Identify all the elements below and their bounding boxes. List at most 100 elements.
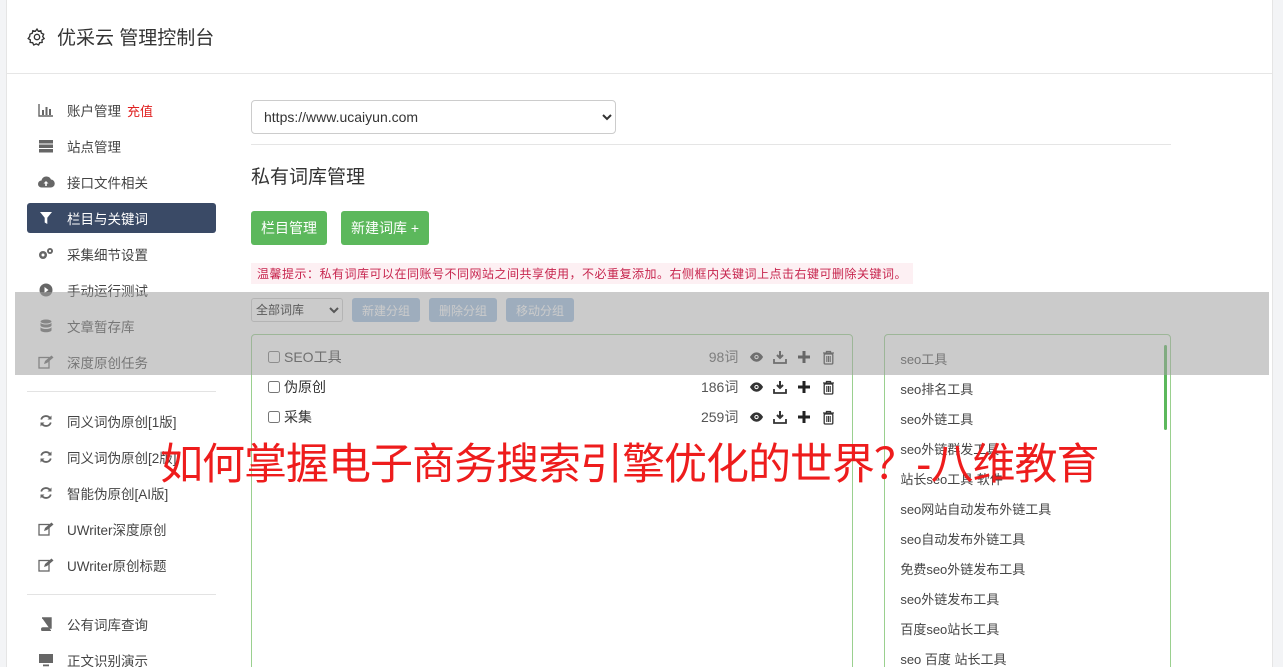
sidebar-item[interactable]: UWriter原创标题 [27,550,216,580]
sidebar-item[interactable]: 文章暂存库 [27,311,216,341]
keyword-item[interactable]: seo外链发布工具 [885,585,1170,615]
sidebar-item[interactable]: 站点管理 [27,131,216,161]
eye-icon[interactable] [748,349,764,365]
keyword-item[interactable]: 站长seo工具 软件 [885,465,1170,495]
top-bar: 优采云 管理控制台 [7,0,1272,74]
keyword-item[interactable]: seo 百度 站长工具 [885,645,1170,667]
sidebar-item-label: UWriter深度原创 [67,523,167,538]
sidebar-item[interactable]: 栏目与关键词 [27,203,216,233]
keyword-item[interactable]: seo外链工具 [885,405,1170,435]
library-row[interactable]: 采集 259词 [252,402,852,432]
library-count: 186词 [700,379,739,395]
plus-icon[interactable] [796,409,812,425]
download-icon[interactable] [772,379,788,395]
sidebar-item-label: 深度原创任务 [67,356,148,371]
sidebar-item-label: 栏目与关键词 [67,212,148,227]
main-content: https://www.ucaiyun.com 私有词库管理 栏目管理 新建词库… [251,100,1171,667]
sidebar-item[interactable]: 公有词库查询 [27,609,216,639]
library-row[interactable]: 伪原创 186词 [252,372,852,402]
plus-icon[interactable] [796,379,812,395]
library-group-select[interactable]: 全部词库 [251,298,343,322]
monitor-icon [37,653,55,667]
site-select[interactable]: https://www.ucaiyun.com [251,100,616,134]
sidebar-item[interactable]: 智能伪原创[AI版] [27,478,216,508]
keyword-item[interactable]: seo工具 [885,345,1170,375]
recharge-link[interactable]: 充值 [127,101,153,120]
library-checkbox[interactable] [268,411,280,423]
keyword-item[interactable]: seo网站自动发布外链工具 [885,495,1170,525]
sidebar-item-label: 正文识别演示 [67,654,148,667]
keyword-item[interactable]: seo排名工具 [885,375,1170,405]
delete-group-button[interactable]: 删除分组 [429,298,498,322]
download-icon[interactable] [772,409,788,425]
keyword-list[interactable]: seo工具 seo排名工具 seo外链工具 seo外链群发工具 站长seo工具 软件 se… [884,334,1171,667]
library-row[interactable]: SEO工具 98词 [252,342,852,372]
sidebar-item[interactable]: 正文识别演示 [27,645,216,667]
trash-icon[interactable] [820,379,836,395]
library-count: 98词 [708,349,739,365]
page-edge [1274,0,1283,667]
library-name-text: SEO工具 [284,349,342,365]
sidebar-item-label: 站点管理 [67,140,121,155]
sidebar-item[interactable]: 采集细节设置 [27,239,216,269]
plus-icon[interactable] [796,349,812,365]
refresh-icon [37,450,55,464]
library-count: 259词 [700,409,739,425]
gear-icon [27,27,46,46]
library-actions [748,409,836,425]
eye-icon[interactable] [748,379,764,395]
cogs-icon [37,247,55,261]
column-manage-button[interactable]: 栏目管理 [251,211,327,245]
database-icon [37,319,55,333]
library-name-text: 伪原创 [284,379,326,395]
app-title: 优采云 管理控制台 [57,28,215,49]
keyword-item[interactable]: seo自动发布外链工具 [885,525,1170,555]
tip-text: 温馨提示：私有词库可以在同账号不同网站之间共享使用，不必重复添加。右侧框内关键词… [251,263,914,284]
library-name[interactable]: 采集 [268,407,648,427]
library-actions [748,379,836,395]
sidebar: 账户管理 充值站点管理接口文件相关 栏目与关键词采集细节设置 手动运行测试 文章暂存库深… [27,95,216,667]
refresh-icon [37,486,55,500]
keyword-item[interactable]: 百度seo站长工具 [885,615,1170,645]
cloud-upload-icon [37,175,55,189]
sidebar-item-label: 同义词伪原创[1版] [67,415,177,430]
trash-icon[interactable] [820,409,836,425]
download-icon[interactable] [772,349,788,365]
sidebar-item-label: 公有词库查询 [67,618,148,633]
sidebar-item[interactable]: 接口文件相关 [27,167,216,197]
keyword-item[interactable]: 免费seo外链发布工具 [885,555,1170,585]
library-name[interactable]: SEO工具 [268,347,648,367]
library-checkbox[interactable] [268,351,280,363]
new-group-button[interactable]: 新建分组 [352,298,421,322]
sidebar-item-label: 同义词伪原创[2版] [67,451,177,466]
keyword-item[interactable]: seo外链群发工具 [885,435,1170,465]
sidebar-item[interactable]: 手动运行测试 [27,275,216,305]
play-icon [37,283,55,297]
sidebar-divider [27,594,216,595]
new-library-button[interactable]: 新建词库 + [341,211,430,245]
group-toolbar: 全部词库 新建分组 删除分组 移动分组 [251,298,1171,322]
action-buttons: 栏目管理 新建词库 + [251,211,1171,245]
library-panels: SEO工具 98词伪原创 186词采集 259词 seo工具 seo排名工具 seo外链工… [251,334,1171,667]
divider [251,144,1171,145]
sidebar-item[interactable]: 同义词伪原创[2版] [27,442,216,472]
eye-icon[interactable] [748,409,764,425]
keyword-scrollbar[interactable] [1164,345,1167,430]
refresh-icon [37,414,55,428]
server-icon [37,139,55,153]
sidebar-item-label: 接口文件相关 [67,176,148,191]
sidebar-item[interactable]: UWriter深度原创 [27,514,216,544]
sidebar-divider [27,391,216,392]
sidebar-item[interactable]: 同义词伪原创[1版] [27,406,216,436]
library-actions [748,349,836,365]
sidebar-item-label: 账户管理 [67,104,121,119]
library-name-text: 采集 [284,409,312,425]
edit-icon [37,558,55,572]
library-checkbox[interactable] [268,381,280,393]
library-list: SEO工具 98词伪原创 186词采集 259词 [251,334,854,667]
sidebar-item[interactable]: 账户管理 充值 [27,95,216,125]
move-group-button[interactable]: 移动分组 [506,298,575,322]
sidebar-item[interactable]: 深度原创任务 [27,347,216,377]
trash-icon[interactable] [820,349,836,365]
library-name[interactable]: 伪原创 [268,377,648,397]
